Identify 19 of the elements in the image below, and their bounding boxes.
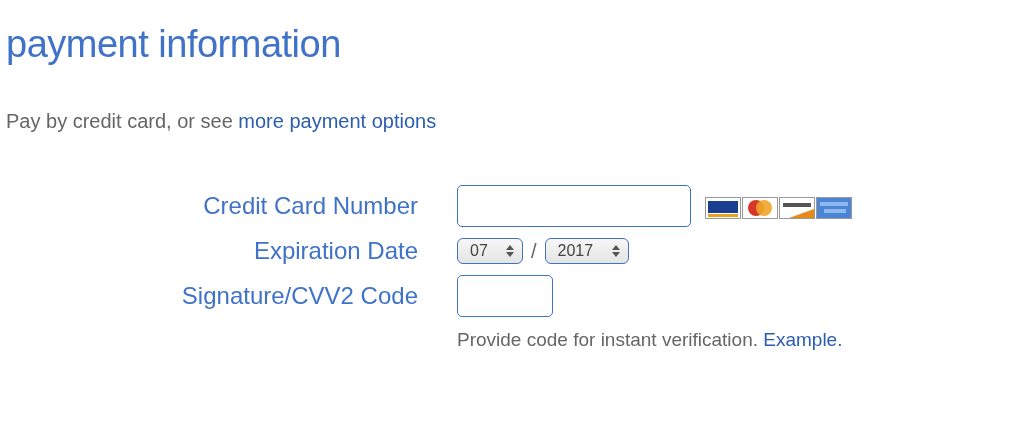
- month-select[interactable]: 07: [457, 238, 523, 264]
- field-label: Expiration Date: [252, 238, 418, 264]
- input-field[interactable]: [457, 275, 553, 317]
- payment-options-link[interactable]: more payment options: [238, 110, 437, 132]
- card-logo-icon: [705, 197, 741, 219]
- stepper-arrows-icon: [506, 245, 514, 257]
- year-select[interactable]: 2017: [544, 238, 629, 264]
- card-logo-icon: [779, 197, 815, 219]
- stepper-arrows-icon: [611, 245, 620, 257]
- example-link[interactable]: Example.: [763, 329, 843, 350]
- date-separator: /: [531, 239, 537, 263]
- field-label: Signature/CVV2 Code: [180, 281, 418, 311]
- page-title: payment information: [6, 22, 342, 67]
- input-field[interactable]: [457, 185, 691, 227]
- hint-text: Provide code for instant verification. Example.: [457, 329, 844, 351]
- field-label: Credit Card Number: [202, 191, 418, 221]
- card-logo-icon: [742, 197, 778, 219]
- intro-text: Pay by credit card, or see more payment options: [6, 110, 438, 133]
- card-logo-icon: [816, 197, 852, 219]
